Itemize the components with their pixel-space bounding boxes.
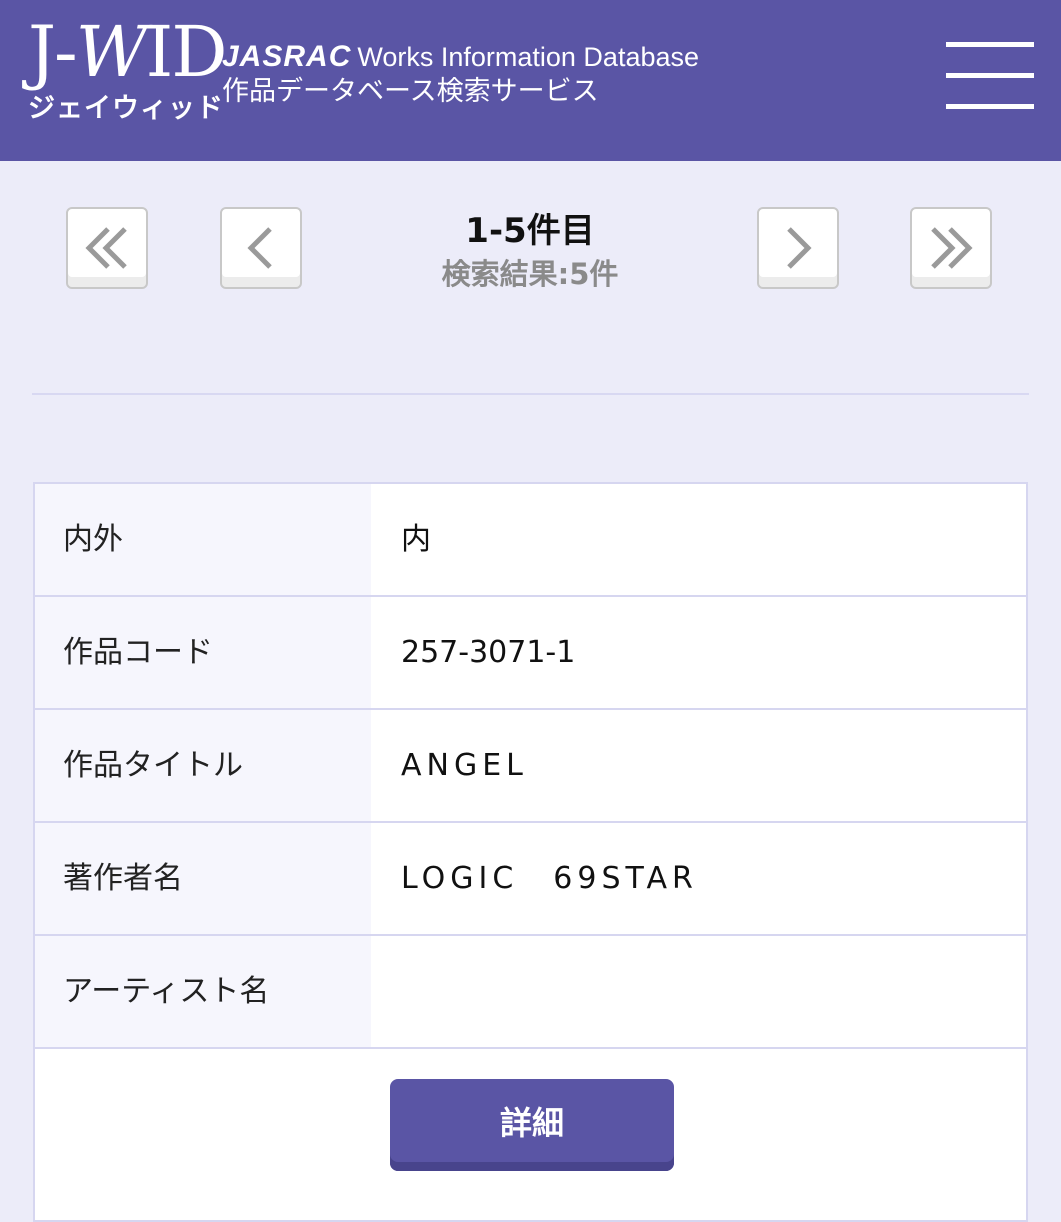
jasrac-wordmark: JASRAC [222,40,352,73]
result-row-artist: アーティスト名 [35,936,1026,1049]
menu-bar [946,73,1034,78]
section-divider [32,393,1029,395]
row-label: アーティスト名 [35,936,371,1047]
pagination-info: 1-5件目 検索結果:5件 [380,208,680,294]
row-value: 257-3071-1 [401,635,576,670]
row-value: LOGIC 69STAR [401,861,698,896]
row-label: 作品タイトル [35,710,371,821]
result-range: 1-5件目 [465,211,595,251]
last-page-button[interactable] [910,207,992,289]
service-japanese-name: 作品データベース検索サービス [222,76,599,107]
result-card: 内外 内 作品コード 257-3071-1 作品タイトル ANGEL 著作者名 … [33,482,1028,1222]
next-page-button[interactable] [757,207,839,289]
row-label: 著作者名 [35,823,371,934]
result-row-author: 著作者名 LOGIC 69STAR [35,823,1026,936]
menu-bar [946,42,1034,47]
detail-button[interactable]: 詳細 [390,1079,674,1171]
double-chevron-left-icon [85,227,127,269]
hamburger-menu-icon[interactable] [946,42,1034,110]
first-page-button[interactable] [66,207,148,289]
chevron-right-icon [787,227,812,269]
result-row-work-title: 作品タイトル ANGEL [35,710,1026,823]
menu-bar [946,104,1034,109]
row-label: 内外 [35,484,371,595]
result-row-domestic-foreign: 内外 内 [35,484,1026,597]
detail-area: 詳細 [35,1051,1026,1221]
result-total: 検索結果:5件 [441,257,619,291]
row-value: 内 [401,522,431,557]
chevron-left-icon [247,227,272,269]
row-label: 作品コード [35,597,371,708]
prev-page-button[interactable] [220,207,302,289]
logo-kana: ジェイウィッド [28,93,224,124]
double-chevron-right-icon [931,227,973,269]
service-name: JASRAC Works Information Database 作品データベー… [222,40,699,109]
jwid-logo[interactable]: J-WID ジェイウィッド [28,12,227,132]
row-value [371,936,1026,1047]
result-row-work-code: 作品コード 257-3071-1 [35,597,1026,710]
site-header: J-WID ジェイウィッド JASRAC Works Information Da… [0,0,1061,161]
service-english-name: Works Information Database [357,42,700,72]
row-value: ANGEL [401,748,528,783]
logo-wordmark: J-WID [28,11,227,93]
